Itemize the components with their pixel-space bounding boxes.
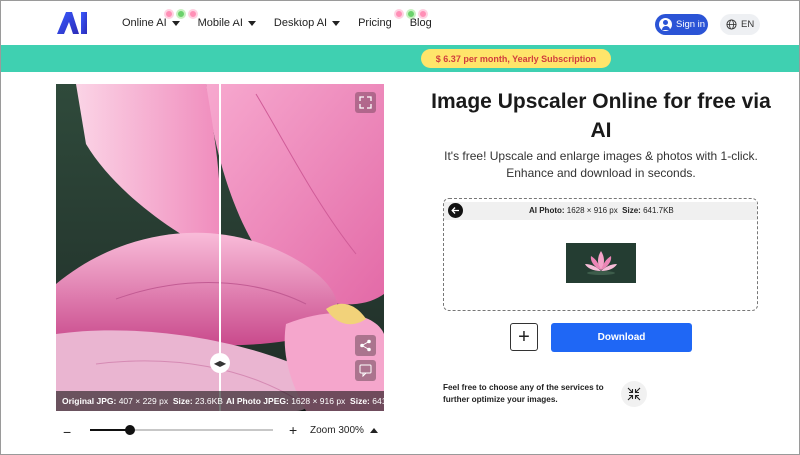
promo-banner: [1, 45, 799, 72]
expand-icon: [359, 96, 372, 109]
arrow-left-icon: [451, 207, 459, 214]
ai-photo-size-label: Size:: [350, 396, 370, 406]
fullscreen-button[interactable]: [355, 92, 376, 113]
result-label: AI Photo:: [529, 206, 565, 215]
original-dims: 407 × 229 px: [118, 396, 169, 406]
add-image-button[interactable]: +: [510, 323, 538, 351]
language-selector[interactable]: EN: [720, 14, 760, 35]
zoom-slider-fill: [90, 429, 131, 431]
download-button[interactable]: Download: [551, 323, 692, 352]
yearly-subscription-button[interactable]: $ 6.37 per month, Yearly Subscription: [421, 49, 611, 68]
original-size: 23.6KB: [195, 396, 223, 406]
ai-photo-info: AI Photo JPEG: 1628 × 916 px Size: 641..…: [226, 396, 384, 406]
nav-online-ai-label: Online AI: [122, 17, 167, 29]
chevron-down-icon: [332, 20, 341, 26]
ai-photo-size: 641...: [372, 396, 384, 406]
globe-icon: [726, 19, 737, 30]
feedback-button[interactable]: [355, 360, 376, 381]
share-icon: [360, 339, 371, 352]
brand-logo[interactable]: [57, 12, 89, 34]
flower-icon: [418, 9, 429, 19]
more-services-button[interactable]: [621, 381, 647, 407]
result-thumbnail[interactable]: [566, 243, 636, 283]
banner-message: Spring Sale! Enjoy 15% OFF now.: [200, 7, 391, 21]
result-dims: 1628 × 916 px: [566, 206, 618, 215]
feedback-icon: [359, 364, 372, 377]
flower-icon: [188, 9, 198, 19]
flower-icon: [394, 9, 405, 19]
chevron-up-icon[interactable]: [370, 428, 378, 433]
back-button[interactable]: [448, 203, 463, 218]
zoom-label: Zoom 300%: [310, 425, 364, 436]
chevron-down-icon: [171, 20, 180, 26]
signin-button[interactable]: Sign in: [655, 14, 708, 35]
zoom-slider-thumb[interactable]: [125, 425, 136, 435]
flower-icon: [164, 9, 174, 19]
image-comparison[interactable]: ◀▶: [56, 84, 384, 411]
comparison-caption: Original JPG: 407 × 229 px Size: 23.6KB …: [56, 391, 384, 411]
original-size-label: Size:: [172, 396, 193, 406]
flower-icon: [406, 9, 417, 19]
original-info: Original JPG: 407 × 229 px Size: 23.6KB: [62, 396, 223, 406]
language-label: EN: [741, 19, 755, 30]
comparison-handle[interactable]: ◀▶: [210, 353, 230, 373]
page: Online AI Mobile AI Desktop AI Pricing B…: [0, 0, 800, 455]
zoom-out-button[interactable]: −: [63, 424, 71, 440]
ai-photo-dims: 1628 × 916 px: [291, 396, 346, 406]
zoom-in-button[interactable]: +: [289, 422, 297, 438]
flower-icon: [176, 9, 186, 19]
lotus-thumbnail: [566, 243, 636, 283]
signin-label: Sign in: [676, 19, 706, 30]
promo-banner-text: Spring Sale! Enjoy 15% OFF now.: [164, 7, 430, 21]
share-button[interactable]: [355, 335, 376, 356]
result-size: 641.7KB: [643, 206, 674, 215]
original-label: Original JPG:: [62, 396, 117, 406]
user-icon: [659, 18, 672, 31]
ai-photo-label: AI Photo JPEG:: [226, 396, 289, 406]
compress-arrows-icon: [627, 387, 641, 401]
page-subtitle: It's free! Upscale and enlarge images & …: [444, 149, 758, 180]
optimize-note: Feel free to choose any of the services …: [443, 383, 604, 404]
result-info: AI Photo: 1628 × 916 px Size: 641.7KB: [529, 206, 674, 215]
result-size-label: Size:: [622, 206, 641, 215]
chevron-down-icon: [247, 20, 256, 26]
page-title: Image Upscaler Online for free via AI: [431, 90, 771, 142]
